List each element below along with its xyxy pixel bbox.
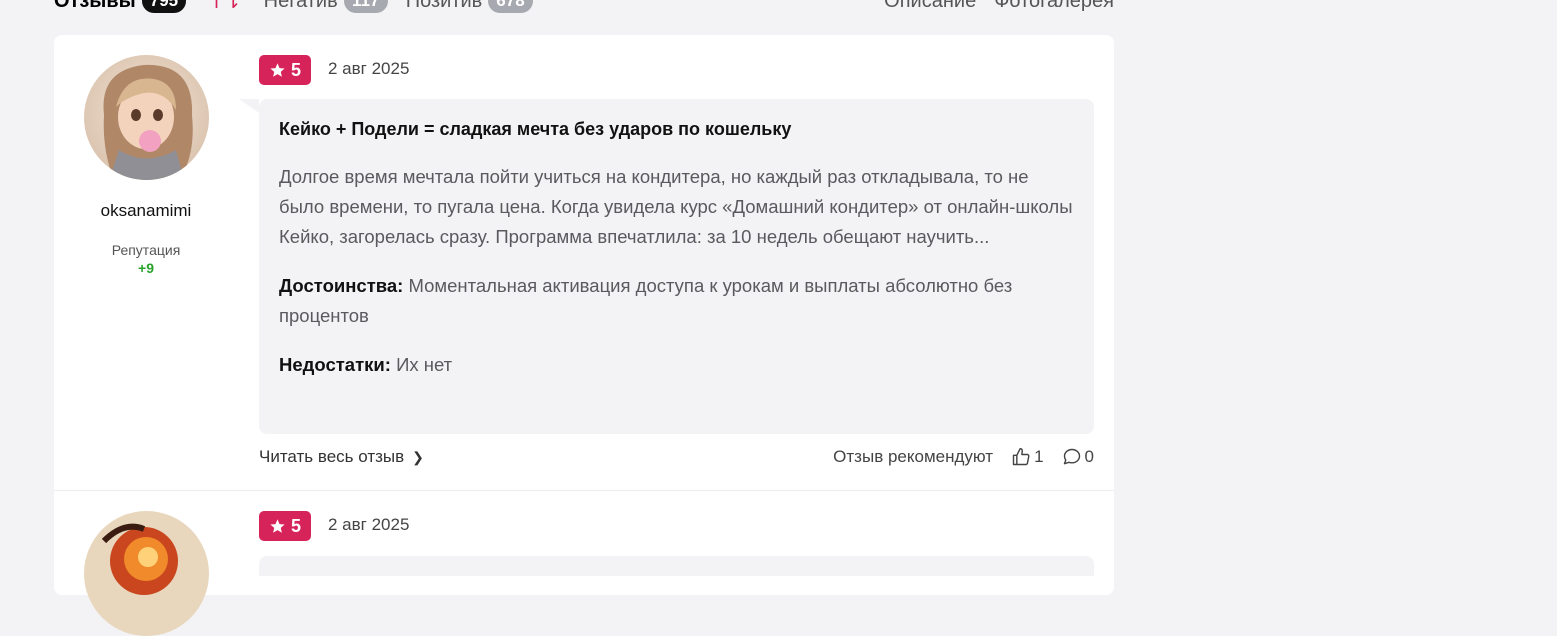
thumbs-up-icon	[1012, 447, 1030, 466]
reviews-tab-bar: Отзывы 795 ↿⇂ Негатив 117 Позитив 678 Оп…	[54, 0, 1114, 14]
username[interactable]: oksanamimi	[54, 201, 238, 221]
tab-negative[interactable]: Негатив 117	[264, 0, 388, 13]
tab-positive-count: 678	[488, 0, 533, 13]
sort-arrows-icon[interactable]: ↿⇂	[208, 0, 242, 14]
read-more-label: Читать весь отзыв	[259, 447, 405, 466]
reviews-list: oksanamimi Репутация +9 5 2 авг 2025 Кей…	[54, 35, 1114, 636]
tab-positive-label: Позитив	[405, 0, 483, 12]
secondary-nav: Описание Фотогалерея	[884, 0, 1114, 13]
cons-text: Их нет	[396, 354, 453, 375]
comment-button[interactable]: 0	[1062, 447, 1094, 467]
comment-count: 0	[1084, 447, 1094, 466]
avatar[interactable]	[84, 55, 209, 180]
like-count: 1	[1034, 447, 1044, 466]
tab-description[interactable]: Описание	[884, 0, 976, 13]
review-body: Долгое время мечтала пойти учиться на ко…	[279, 166, 1073, 247]
rating-value: 5	[290, 515, 301, 536]
like-button[interactable]: 1	[1011, 447, 1044, 467]
tab-reviews-count: 795	[141, 0, 187, 13]
tab-positive[interactable]: Позитив 678	[406, 0, 533, 13]
tab-reviews[interactable]: Отзывы 795	[54, 0, 187, 13]
recommend-label: Отзыв рекомендуют	[833, 447, 994, 466]
review-stats: Отзыв рекомендуют 1 0	[833, 447, 1094, 467]
review-pros: Достоинства: Моментальная активация дост…	[279, 271, 1074, 331]
rating-value: 5	[290, 59, 301, 80]
review-content: Кейко + Подели = сладкая мечта без ударо…	[239, 99, 1094, 434]
review-date: 2 авг 2025	[328, 515, 410, 534]
rating-badge: 5	[259, 55, 311, 85]
pros-label: Достоинства:	[279, 275, 404, 296]
review-date: 2 авг 2025	[328, 59, 410, 78]
review-cons: Недостатки: Их нет	[279, 350, 1074, 380]
tab-reviews-label: Отзывы	[54, 0, 136, 12]
review-title[interactable]: Кейко + Подели = сладкая мечта без ударо…	[279, 119, 1074, 140]
reputation-label: Репутация	[111, 242, 181, 258]
review-footer: Читать весь отзыв ❯ Отзыв рекомендуют 1 0	[259, 447, 1094, 467]
review-content	[259, 556, 1094, 576]
tab-negative-label: Негатив	[263, 0, 338, 12]
read-full-review-link[interactable]: Читать весь отзыв ❯	[259, 447, 424, 467]
review-item: 5 2 авг 2025	[54, 491, 1114, 636]
star-icon	[270, 518, 285, 533]
chevron-right-icon: ❯	[412, 449, 424, 465]
reputation-value: +9	[138, 260, 154, 276]
avatar[interactable]	[84, 511, 209, 636]
comment-bubble-icon	[1063, 448, 1080, 465]
star-icon	[270, 62, 285, 77]
cons-label: Недостатки:	[279, 354, 391, 375]
review-item: oksanamimi Репутация +9 5 2 авг 2025 Кей…	[54, 35, 1114, 491]
tab-gallery[interactable]: Фотогалерея	[994, 0, 1114, 13]
tab-negative-count: 117	[343, 0, 388, 13]
rating-badge: 5	[259, 511, 311, 541]
